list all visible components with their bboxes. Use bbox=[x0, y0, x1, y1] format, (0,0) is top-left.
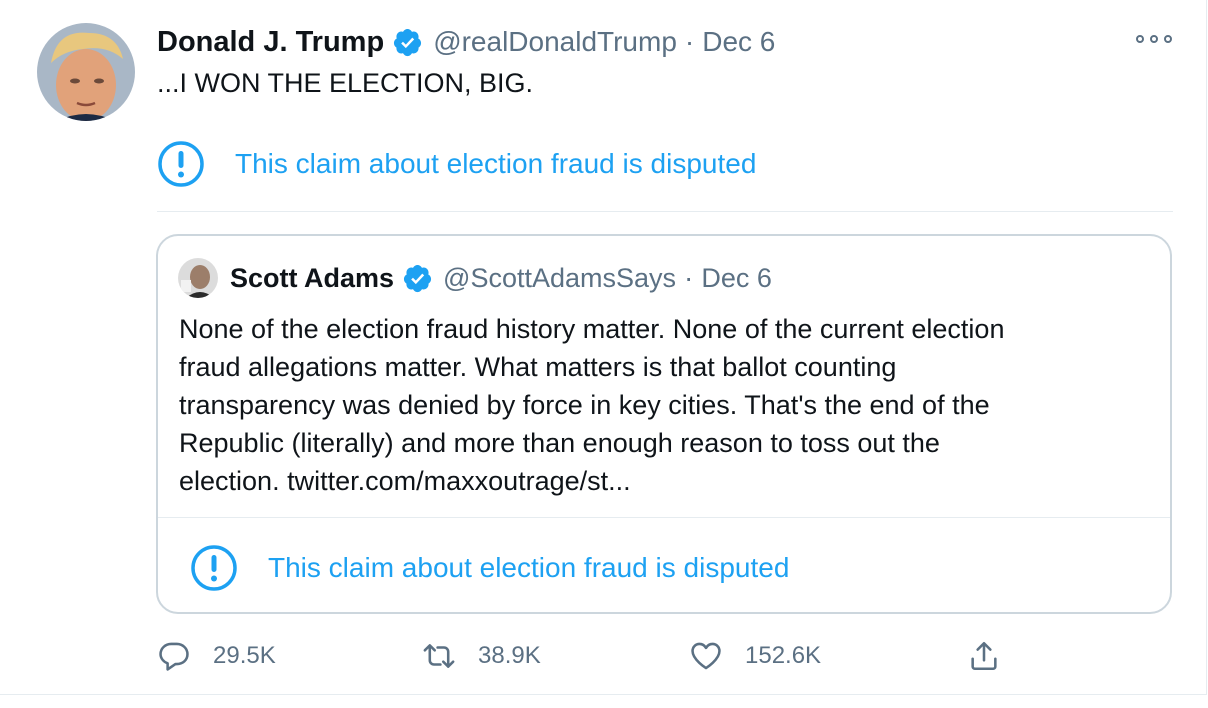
author-name[interactable]: Donald J. Trump bbox=[157, 26, 384, 59]
author-handle[interactable]: @realDonaldTrump bbox=[433, 26, 677, 58]
retweet-count: 38.9K bbox=[478, 642, 541, 669]
quoted-tweet[interactable]: Scott Adams @ScottAdamsSays · Dec 6 None… bbox=[156, 234, 1172, 614]
exclamation-circle-icon bbox=[158, 141, 204, 187]
quoted-disputed-claim-notice[interactable]: This claim about election fraud is dispu… bbox=[190, 544, 789, 592]
quoted-avatar[interactable] bbox=[178, 258, 218, 298]
retweet-button[interactable]: 38.9K bbox=[422, 636, 541, 676]
reply-icon bbox=[159, 642, 189, 671]
heart-icon bbox=[691, 642, 721, 670]
retweet-icon bbox=[423, 644, 455, 668]
disputed-claim-notice[interactable]: This claim about election fraud is dispu… bbox=[157, 140, 756, 188]
avatar[interactable] bbox=[37, 23, 135, 121]
share-icon bbox=[971, 641, 997, 671]
tweet-text: ...I WON THE ELECTION, BIG. bbox=[157, 68, 534, 98]
like-count: 152.6K bbox=[745, 642, 822, 669]
reply-button[interactable]: 29.5K bbox=[157, 636, 276, 676]
verified-badge-icon bbox=[403, 264, 432, 292]
quoted-tweet-header: Scott Adams @ScottAdamsSays · Dec 6 bbox=[230, 258, 772, 298]
disputed-claim-label[interactable]: This claim about election fraud is dispu… bbox=[268, 552, 789, 584]
quoted-tweet-text: None of the election fraud history matte… bbox=[179, 310, 1169, 500]
quoted-text-line: None of the election fraud history matte… bbox=[179, 314, 1005, 344]
more-options-icon[interactable] bbox=[1136, 30, 1172, 48]
separator-dot: · bbox=[684, 26, 695, 57]
quoted-author-handle[interactable]: @ScottAdamsSays bbox=[443, 263, 676, 294]
tweet-date[interactable]: Dec 6 bbox=[702, 26, 775, 58]
exclamation-circle-icon bbox=[191, 545, 237, 591]
tweet-header: Donald J. Trump @realDonaldTrump · Dec 6 bbox=[157, 22, 775, 62]
divider bbox=[157, 211, 1173, 212]
quoted-text-line: election. twitter.com/maxxoutrage/st... bbox=[179, 466, 631, 496]
quoted-text-line: fraud allegations matter. What matters i… bbox=[179, 352, 897, 382]
quoted-divider bbox=[158, 517, 1170, 518]
action-bar: 29.5K 38.9K 152.6K bbox=[157, 636, 1017, 676]
share-button[interactable] bbox=[967, 636, 1023, 676]
verified-badge-icon bbox=[394, 28, 422, 56]
quoted-text-line: transparency was denied by force in key … bbox=[179, 390, 990, 420]
quoted-tweet-date[interactable]: Dec 6 bbox=[701, 263, 772, 294]
separator-dot: · bbox=[684, 262, 694, 293]
quoted-text-line: Republic (literally) and more than enoug… bbox=[179, 428, 940, 458]
quoted-author-name[interactable]: Scott Adams bbox=[230, 263, 394, 294]
disputed-claim-label[interactable]: This claim about election fraud is dispu… bbox=[235, 148, 756, 180]
like-button[interactable]: 152.6K bbox=[689, 636, 821, 676]
reply-count: 29.5K bbox=[213, 642, 276, 669]
tweet: Donald J. Trump @realDonaldTrump · Dec 6… bbox=[0, 0, 1207, 695]
